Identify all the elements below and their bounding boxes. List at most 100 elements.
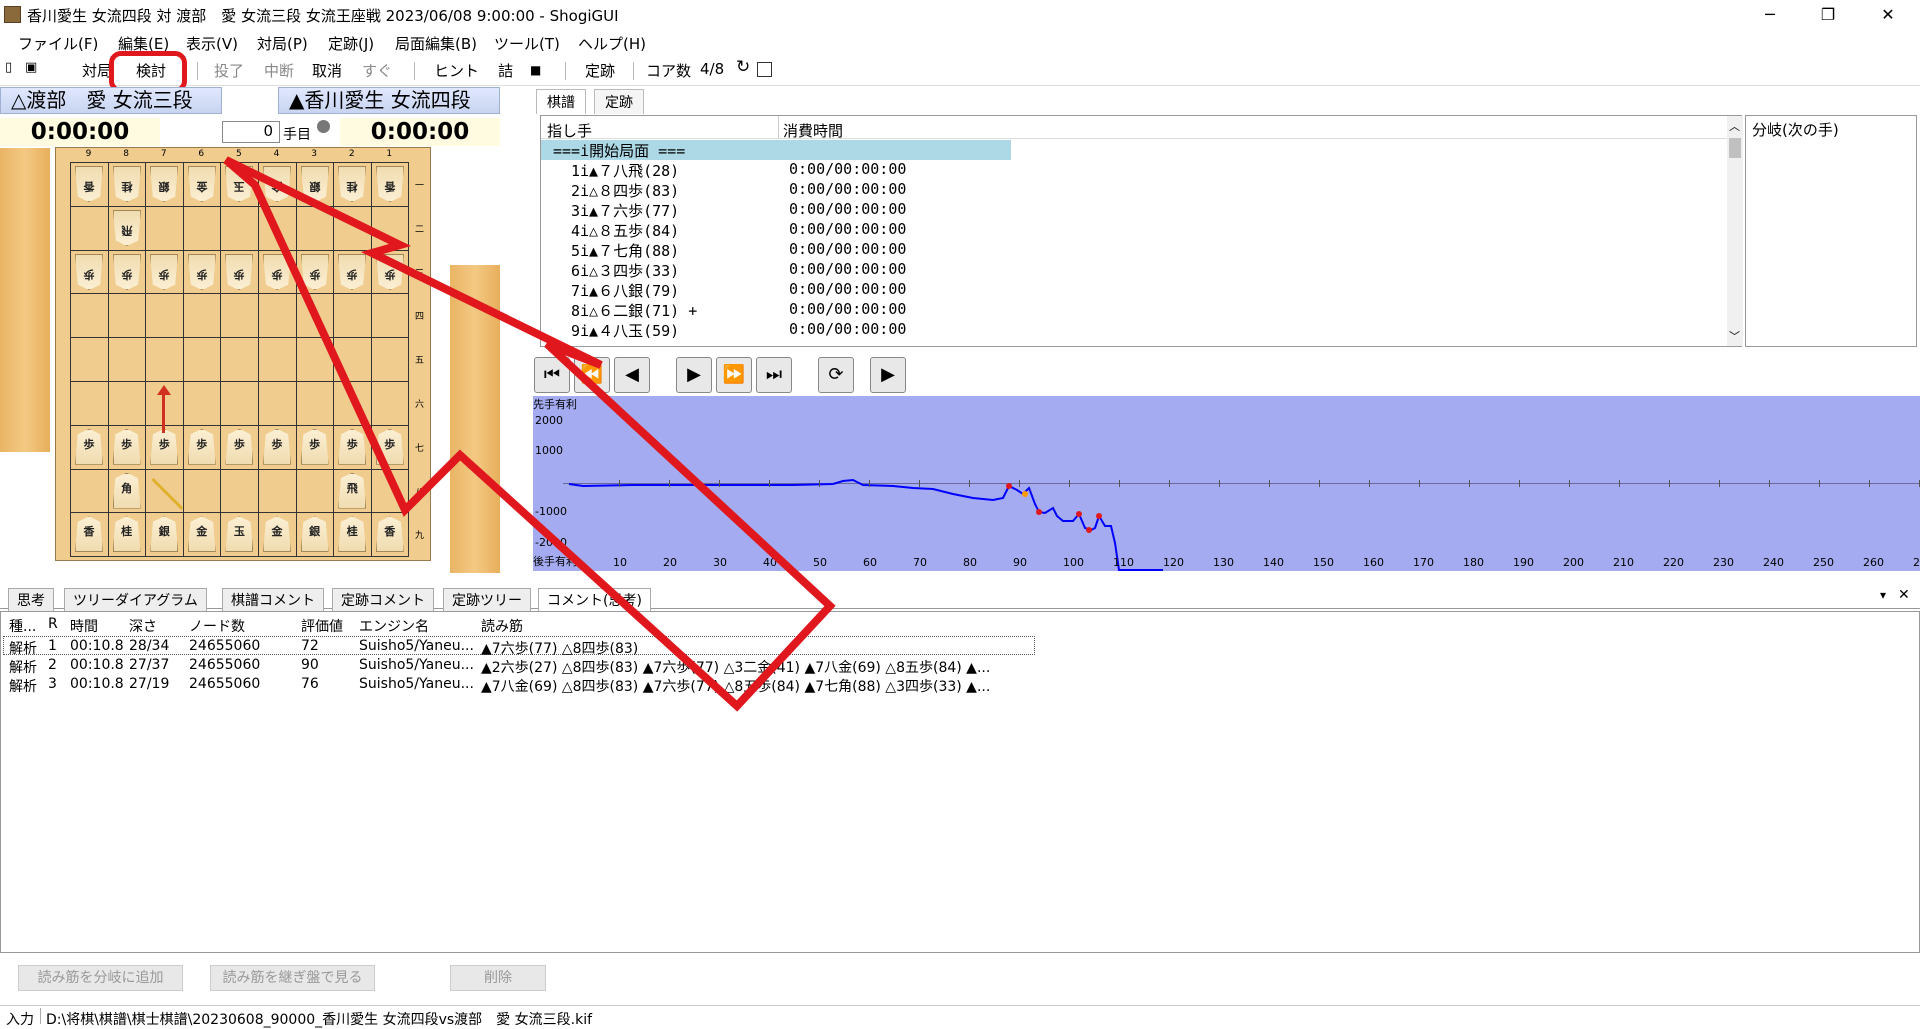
tab-joseki[interactable]: 定跡 (594, 89, 644, 114)
tab-comment-thinking[interactable]: コメント(思考) (538, 588, 651, 611)
shogi-piece[interactable]: 金 (188, 166, 216, 202)
shogi-piece[interactable]: 桂 (112, 516, 141, 553)
dropdown-icon[interactable]: ▾ (1880, 588, 1886, 602)
shogi-piece[interactable]: 角 (112, 472, 141, 509)
analysis-header[interactable]: 深さ (129, 616, 157, 636)
branch-panel[interactable]: 分岐(次の手) (1745, 115, 1917, 347)
add-branch-button[interactable]: 読み筋を分岐に追加 (18, 965, 183, 991)
analysis-header[interactable]: エンジン名 (359, 616, 429, 636)
resign-button[interactable]: 投了 (214, 60, 244, 81)
shogi-piece[interactable]: 金 (187, 516, 216, 553)
menu-position-edit[interactable]: 局面編集(B) (395, 33, 477, 54)
shogi-piece[interactable]: 歩 (225, 428, 254, 465)
shogi-piece[interactable]: 飛 (338, 472, 367, 509)
undo-button[interactable]: 取消 (312, 60, 342, 81)
joseki-button[interactable]: 定跡 (585, 60, 615, 81)
checkbox[interactable] (757, 62, 772, 77)
move-number-input[interactable]: 0 (222, 121, 280, 143)
kifu-scrollbar[interactable]: ︿ ﹀ (1727, 116, 1743, 346)
shogi-piece[interactable]: 香 (375, 516, 404, 553)
tab-joseki-comment[interactable]: 定跡コメント (332, 588, 434, 611)
interrupt-button[interactable]: 中断 (264, 60, 294, 81)
shogi-piece[interactable]: 桂 (338, 516, 367, 553)
shogi-piece[interactable]: 銀 (150, 166, 178, 202)
menu-tools[interactable]: ツール(T) (494, 33, 560, 54)
shogi-piece[interactable]: 金 (263, 166, 291, 202)
view-on-board-button[interactable]: 読み筋を継ぎ盤で見る (210, 965, 375, 991)
minimize-button[interactable]: ─ (1742, 0, 1798, 30)
stop-icon[interactable]: ■ (530, 63, 541, 77)
shogi-piece[interactable]: 桂 (113, 166, 141, 202)
shogi-piece[interactable]: 歩 (225, 254, 253, 290)
shogi-piece[interactable]: 歩 (263, 428, 291, 465)
tab-joseki-tree[interactable]: 定跡ツリー (443, 588, 531, 611)
hint-button[interactable]: ヒント (434, 60, 479, 81)
menu-game[interactable]: 対局(P) (257, 33, 308, 54)
forward-button[interactable]: ▶ (676, 357, 712, 393)
shogi-piece[interactable]: 銀 (150, 516, 179, 553)
taikyoku-button[interactable]: 対局 (82, 60, 112, 81)
tsume-button[interactable]: 詰 (498, 60, 513, 81)
sente-piece-stand[interactable] (450, 265, 500, 573)
shogi-piece[interactable]: 歩 (188, 254, 216, 290)
shogi-piece[interactable]: 桂 (338, 166, 366, 202)
back-fast-button[interactable]: ⏪ (574, 357, 610, 393)
analysis-header[interactable]: 読み筋 (481, 616, 523, 636)
analysis-header[interactable]: 時間 (70, 616, 98, 636)
shogi-piece[interactable]: 歩 (150, 254, 178, 290)
shogi-piece[interactable]: 銀 (300, 516, 329, 553)
menu-help[interactable]: ヘルプ(H) (578, 33, 646, 54)
shogi-piece[interactable]: 歩 (75, 254, 103, 290)
kifu-list[interactable]: 指し手 消費時間 ︿ ﹀ ===i開始局面 === 1i▲７八飛(28) 0:00/… (540, 115, 1743, 347)
shogi-piece[interactable]: 歩 (113, 254, 141, 290)
tab-kifu[interactable]: 棋譜 (536, 89, 586, 114)
immediate-button[interactable]: すぐ (362, 60, 392, 81)
save-icon[interactable]: ▣ (25, 60, 37, 75)
shogi-piece[interactable]: 歩 (187, 428, 216, 465)
shogi-piece[interactable]: 歩 (263, 254, 291, 290)
shogi-piece[interactable]: 歩 (75, 428, 103, 465)
analysis-header[interactable]: 種... (9, 616, 36, 636)
shogi-piece[interactable]: 歩 (300, 428, 329, 465)
gote-piece-stand[interactable] (0, 148, 50, 452)
menu-view[interactable]: 表示(V) (186, 33, 238, 54)
shogi-piece[interactable]: 香 (75, 166, 103, 202)
shogi-piece[interactable]: 歩 (150, 428, 179, 465)
flip-board-icon[interactable]: ⟳ (818, 357, 854, 393)
tab-kifu-comment[interactable]: 棋譜コメント (222, 588, 324, 611)
evaluation-graph[interactable]: 先手有利 後手有利 2000 1000 -1000 -2000 10 20 30 40… (533, 396, 1920, 571)
new-file-icon[interactable]: ▯ (5, 60, 12, 75)
analysis-table[interactable]: 種... R 時間 深さ ノード数 評価値 エンジン名 読み筋 解析 1 00:10.8 28/34… (0, 611, 1920, 953)
close-button[interactable]: ✕ (1860, 0, 1916, 30)
shogi-piece[interactable]: 飛 (113, 210, 141, 246)
shogi-piece[interactable]: 歩 (376, 254, 404, 290)
analysis-header[interactable]: R (48, 616, 58, 632)
shogi-piece[interactable]: 歩 (375, 428, 404, 465)
shogi-piece[interactable]: 金 (263, 516, 291, 553)
shogi-piece[interactable]: 玉 (225, 166, 253, 202)
shogi-piece[interactable]: 銀 (301, 166, 329, 202)
menu-joseki[interactable]: 定跡(J) (328, 33, 374, 54)
kifu-row[interactable]: ===i開始局面 === (541, 140, 1011, 160)
menu-file[interactable]: ファイル(F) (18, 33, 98, 54)
forward-fast-button[interactable]: ⏩ (716, 357, 752, 393)
shogi-piece[interactable]: 歩 (338, 428, 367, 465)
back-button[interactable]: ◀ (614, 357, 650, 393)
shogi-piece[interactable]: 香 (75, 516, 103, 553)
play-button[interactable]: ▶ (870, 357, 906, 393)
delete-button[interactable]: 削除 (450, 965, 546, 991)
maximize-button[interactable]: ❐ (1800, 0, 1856, 30)
shogi-board[interactable]: 987654321一二三四五六七八九香歩歩香桂歩歩桂銀歩歩銀金歩歩金玉歩歩玉金歩… (55, 147, 431, 561)
refresh-icon[interactable]: ↻ (736, 57, 750, 77)
tab-thinking[interactable]: 思考 (8, 588, 54, 611)
first-move-button[interactable]: ⏮ (534, 357, 570, 393)
tab-tree-diagram[interactable]: ツリーダイアグラム (64, 588, 207, 611)
analysis-header[interactable]: ノード数 (189, 616, 245, 636)
shogi-piece[interactable]: 歩 (112, 428, 141, 465)
shogi-piece[interactable]: 香 (376, 166, 404, 202)
shogi-piece[interactable]: 玉 (225, 516, 254, 553)
analysis-header[interactable]: 評価値 (301, 616, 343, 636)
close-panel-icon[interactable]: ✕ (1898, 587, 1910, 603)
shogi-piece[interactable]: 歩 (301, 254, 329, 290)
last-move-button[interactable]: ⏭ (756, 357, 792, 393)
